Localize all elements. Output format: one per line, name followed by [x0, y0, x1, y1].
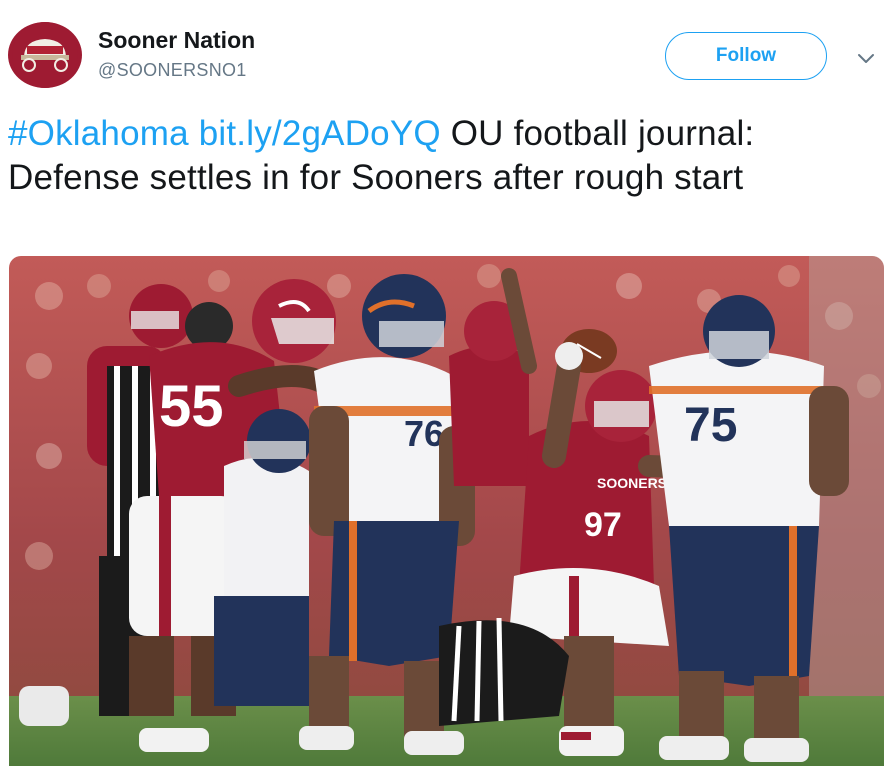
url-link[interactable]: bit.ly/2gADoYQ — [199, 114, 441, 153]
follow-button[interactable]: Follow — [665, 32, 827, 80]
avatar[interactable] — [8, 22, 82, 88]
jersey-sooners-text: SOONERS — [597, 475, 667, 491]
hashtag-link[interactable]: #Oklahoma — [8, 114, 189, 153]
account-handle[interactable]: @SOONERSNO1 — [98, 60, 247, 81]
chevron-down-icon[interactable] — [854, 46, 878, 70]
display-name[interactable]: Sooner Nation — [98, 27, 255, 54]
tweet-text: #Oklahoma bit.ly/2gADoYQ OU football jou… — [8, 112, 878, 200]
tweet-photo[interactable]: 55 76 97 SOONERS 75 — [9, 256, 884, 766]
football-photo: 55 76 97 SOONERS 75 — [9, 256, 884, 766]
schooner-wagon-logo — [12, 22, 78, 88]
jersey-number-75: 75 — [684, 399, 737, 452]
jersey-number-76: 76 — [404, 413, 444, 454]
jersey-number-55: 55 — [159, 374, 224, 439]
jersey-number-97: 97 — [584, 506, 622, 544]
